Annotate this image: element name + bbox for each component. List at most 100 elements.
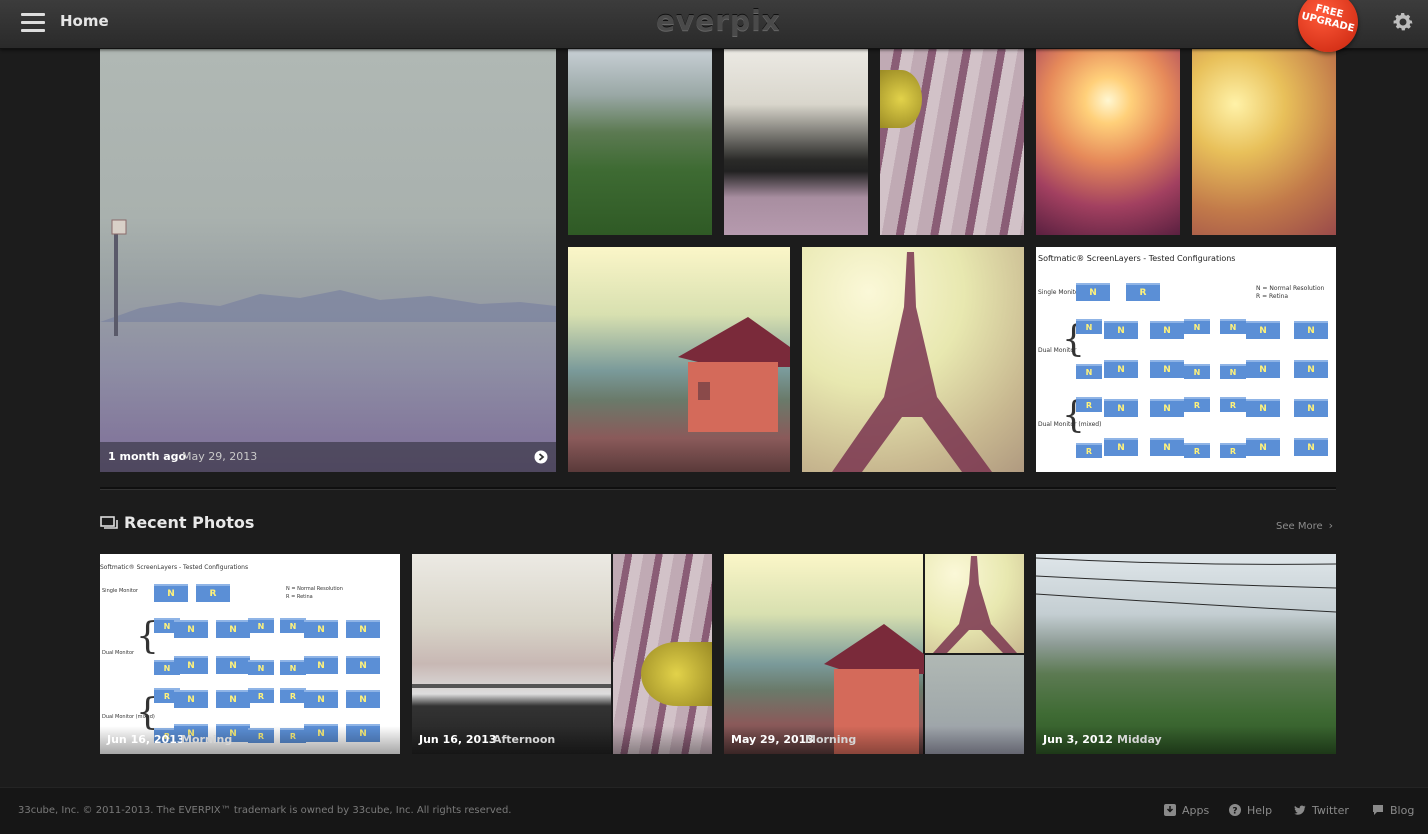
box: N xyxy=(154,584,188,602)
box: N xyxy=(304,690,338,708)
box: N xyxy=(1246,321,1280,339)
yellow-object xyxy=(641,642,712,706)
footer-twitter-link[interactable]: Twitter xyxy=(1294,804,1349,817)
box: N xyxy=(1104,321,1138,339)
box: R xyxy=(196,584,230,602)
photo-eiffel-tower[interactable] xyxy=(802,247,1024,472)
recent-card[interactable]: Jun 16, 2013 Afternoon xyxy=(412,554,712,754)
chat-bubble-icon xyxy=(1373,805,1383,815)
arrow-circle-icon[interactable] xyxy=(534,450,548,464)
card-caption: Jun 3, 2012 Midday xyxy=(1036,726,1336,754)
card-time-of-day: Morning xyxy=(181,733,233,746)
recent-card[interactable]: Softmatic® ScreenLayers - Tested Configu… xyxy=(100,554,400,754)
gear-icon[interactable] xyxy=(1391,10,1415,34)
card-date: Jun 16, 2013 xyxy=(107,733,185,746)
box: N xyxy=(174,656,208,674)
photo-striped-cloth[interactable] xyxy=(880,48,1024,235)
free-upgrade-badge[interactable]: FREE UPGRADE xyxy=(1298,0,1358,52)
hero-relative-time: 1 month ago xyxy=(108,450,187,463)
box: N xyxy=(248,660,274,675)
hero-photo[interactable]: 1 month ago May 29, 2013 xyxy=(100,48,556,472)
box: R xyxy=(1184,397,1210,412)
photo-mountain-village[interactable] xyxy=(568,48,712,235)
photo-red-house[interactable] xyxy=(568,247,790,472)
box: N xyxy=(216,620,250,638)
box: R xyxy=(1076,397,1102,412)
see-more-link[interactable]: See More › xyxy=(1276,519,1333,532)
menu-icon[interactable] xyxy=(21,13,45,33)
box: N xyxy=(1220,364,1246,379)
box: N xyxy=(1184,364,1210,379)
card-time-of-day: Midday xyxy=(1117,733,1162,746)
photo-window-room[interactable] xyxy=(724,48,868,235)
box: N xyxy=(304,656,338,674)
recent-photos-title: Recent Photos xyxy=(124,513,255,532)
footer-help-label: Help xyxy=(1247,804,1273,817)
chevron-right-icon: › xyxy=(1328,519,1334,532)
hero-caption: 1 month ago May 29, 2013 xyxy=(100,442,556,472)
box: N xyxy=(346,656,380,674)
box: N xyxy=(1294,360,1328,378)
box: N xyxy=(248,618,274,633)
box-n: N xyxy=(1076,283,1110,301)
diagram-legend-n: N = Normal Resolution xyxy=(1256,285,1325,292)
everpix-logo: everpix xyxy=(656,4,781,37)
box: R xyxy=(248,688,274,703)
hero-date: May 29, 2013 xyxy=(182,450,258,463)
footer-blog-link[interactable]: Blog xyxy=(1372,804,1414,817)
recent-card[interactable]: May 29, 2013 Morning xyxy=(724,554,1024,754)
box: R xyxy=(1184,443,1210,458)
page-title[interactable]: Home xyxy=(60,12,109,30)
box: R xyxy=(280,688,306,703)
box: N xyxy=(1076,319,1102,334)
box: R xyxy=(1220,397,1246,412)
card-diagram-mixed: Dual Monitor (mixed) xyxy=(102,714,155,720)
box: N xyxy=(1294,321,1328,339)
box: N xyxy=(216,656,250,674)
box: N xyxy=(280,660,306,675)
box: N xyxy=(346,690,380,708)
box: N xyxy=(1246,399,1280,417)
card-diagram-single: Single Monitor xyxy=(102,588,138,594)
footer-twitter-label: Twitter xyxy=(1312,804,1349,817)
recent-card[interactable]: Jun 3, 2012 Midday xyxy=(1036,554,1336,754)
card-time-of-day: Afternoon xyxy=(493,733,556,746)
footer-help-link[interactable]: ? Help xyxy=(1229,804,1272,817)
box: N xyxy=(304,620,338,638)
box: N xyxy=(1076,364,1102,379)
diagram-dual-label: Dual Monitor xyxy=(1038,347,1077,354)
box: N xyxy=(1150,360,1184,378)
section-divider xyxy=(100,487,1336,490)
card-caption: May 29, 2013 Morning xyxy=(724,726,1024,754)
photo-screen-layers-diagram[interactable]: Softmatic® ScreenLayers - Tested Configu… xyxy=(1036,247,1336,472)
box: N xyxy=(216,690,250,708)
diagram-dual-mixed-label: Dual Monitor (mixed) xyxy=(1038,421,1102,428)
box: N xyxy=(1246,360,1280,378)
help-icon: ? xyxy=(1229,804,1241,816)
window-frame xyxy=(412,684,611,688)
footer: 33cube, Inc. © 2011-2013. The EVERPIX™ t… xyxy=(0,787,1428,834)
photo-sunset[interactable] xyxy=(1036,48,1180,235)
copyright-text: 33cube, Inc. © 2011-2013. The EVERPIX™ t… xyxy=(18,805,512,816)
card-time-of-day: Morning xyxy=(805,733,857,746)
card-legend-r: R = Retina xyxy=(286,594,313,600)
eiffel-shape xyxy=(933,556,1017,653)
top-bar: Home everpix FREE UPGRADE xyxy=(0,0,1428,52)
box-r: R xyxy=(1126,283,1160,301)
card-date: May 29, 2013 xyxy=(731,733,814,746)
eiffel-shape xyxy=(832,252,992,472)
diagram-title: Softmatic® ScreenLayers - Tested Configu… xyxy=(1038,254,1236,263)
box: N xyxy=(1150,399,1184,417)
footer-apps-link[interactable]: Apps xyxy=(1164,804,1209,817)
card-photo-cloth xyxy=(613,554,712,754)
photo-tree-sunlight[interactable] xyxy=(1192,48,1336,235)
power-lines xyxy=(1036,557,1336,613)
box: N xyxy=(346,620,380,638)
photos-icon xyxy=(100,516,118,529)
twitter-icon xyxy=(1294,805,1306,815)
box: N xyxy=(1294,438,1328,456)
box: R xyxy=(1076,443,1102,458)
house-shape xyxy=(678,317,790,432)
see-more-label: See More xyxy=(1276,521,1323,532)
box: N xyxy=(1150,321,1184,339)
